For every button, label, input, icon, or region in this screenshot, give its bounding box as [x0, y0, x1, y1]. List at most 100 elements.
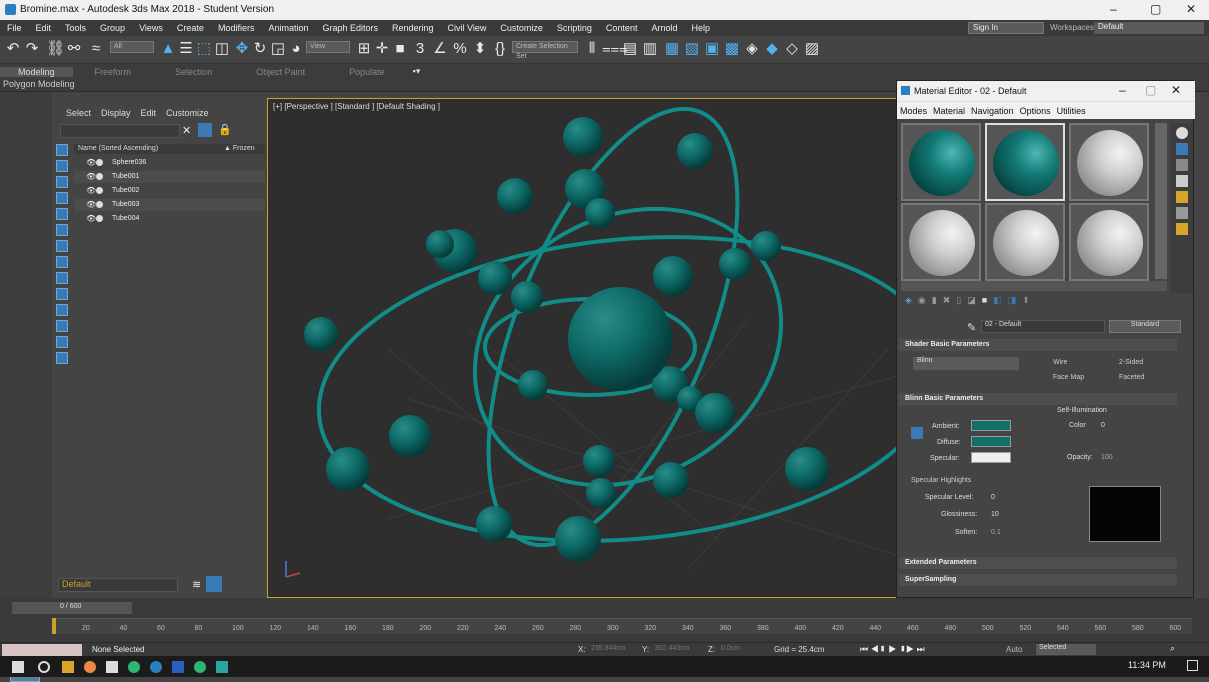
- render-production-icon[interactable]: ◆: [764, 40, 780, 58]
- specular-color-swatch[interactable]: [971, 452, 1011, 463]
- material-type-button[interactable]: Standard: [1109, 320, 1181, 333]
- redo-icon[interactable]: ↷: [24, 40, 40, 58]
- column-name[interactable]: Name (Sorted Ascending): [78, 145, 158, 152]
- display-bones-icon[interactable]: [56, 288, 68, 300]
- word-icon[interactable]: [172, 661, 184, 673]
- faceted-checkbox[interactable]: Faceted: [1119, 374, 1144, 381]
- menu-civil-view[interactable]: Civil View: [441, 23, 494, 33]
- render-online-icon[interactable]: ▨: [804, 40, 820, 58]
- snaps-toggle-icon[interactable]: 3: [412, 40, 428, 58]
- notification-icon[interactable]: [1187, 660, 1198, 671]
- menu-modifiers[interactable]: Modifiers: [211, 23, 262, 33]
- display-frozen-icon[interactable]: [56, 320, 68, 332]
- firefox-icon[interactable]: [84, 661, 96, 673]
- material-name-field[interactable]: 02 - Default: [981, 320, 1105, 333]
- display-hidden-icon[interactable]: [56, 336, 68, 348]
- scale-icon[interactable]: ◲: [270, 40, 286, 58]
- explorer-menu-customize[interactable]: Customize: [166, 108, 209, 118]
- self-illum-color-checkbox[interactable]: Color: [1069, 422, 1086, 429]
- uv-tiling-icon[interactable]: [1176, 175, 1188, 187]
- explorer-row[interactable]: 👁 Tube004: [74, 213, 265, 225]
- render-dot-icon[interactable]: [96, 201, 103, 208]
- menu-content[interactable]: Content: [599, 23, 645, 33]
- render-dot-icon[interactable]: [96, 173, 103, 180]
- percent-snap-icon[interactable]: %: [452, 40, 468, 58]
- unlink-icon[interactable]: ⚯: [66, 40, 82, 58]
- glossiness-value[interactable]: 10: [991, 511, 999, 518]
- eye-icon[interactable]: 👁: [86, 214, 96, 223]
- display-children-icon[interactable]: [56, 352, 68, 364]
- time-marker[interactable]: [52, 618, 56, 634]
- clear-search-icon[interactable]: ✕: [182, 124, 191, 137]
- face-map-checkbox[interactable]: Face Map: [1053, 374, 1084, 381]
- close-button[interactable]: ✕: [1186, 2, 1196, 16]
- reference-coord-dropdown[interactable]: View: [306, 41, 350, 53]
- eyedropper-icon[interactable]: ✎: [967, 321, 976, 334]
- material-slot[interactable]: [1069, 123, 1149, 201]
- rendered-frame-icon[interactable]: ◈: [744, 40, 760, 58]
- render-setup-icon[interactable]: ▩: [724, 40, 740, 58]
- menu-scripting[interactable]: Scripting: [550, 23, 599, 33]
- workspace-dropdown[interactable]: Default: [1094, 22, 1204, 34]
- move-icon[interactable]: ✥: [234, 40, 250, 58]
- layer-explorer-icon[interactable]: [206, 576, 222, 592]
- ribbon-tab-modeling[interactable]: Modeling: [0, 66, 73, 77]
- render-dot-icon[interactable]: [96, 215, 103, 222]
- windows-start-icon[interactable]: [12, 661, 24, 673]
- sample-type-icon[interactable]: [1176, 127, 1188, 139]
- display-lights-icon[interactable]: [56, 192, 68, 204]
- explorer-menu-display[interactable]: Display: [101, 108, 131, 118]
- window-crossing-icon[interactable]: ◫: [214, 40, 230, 58]
- menu-graph-editors[interactable]: Graph Editors: [315, 23, 385, 33]
- get-material-icon[interactable]: ◈: [905, 295, 912, 313]
- video-color-icon[interactable]: [1176, 191, 1188, 203]
- edge-icon[interactable]: [150, 661, 162, 673]
- explorer-column-header[interactable]: Name (Sorted Ascending) ▲ Frozen: [74, 144, 265, 154]
- eye-icon[interactable]: 👁: [86, 172, 96, 181]
- me-menu-navigation[interactable]: Navigation: [968, 106, 1017, 116]
- me-menu-options[interactable]: Options: [1017, 106, 1054, 116]
- slots-scrollbar[interactable]: [1155, 123, 1167, 279]
- explorer-search-input[interactable]: [60, 124, 180, 138]
- explorer-row[interactable]: 👁 Tube003: [74, 199, 265, 211]
- soften-value[interactable]: 0.1: [991, 529, 1001, 536]
- menu-group[interactable]: Group: [93, 23, 132, 33]
- coord-x-field[interactable]: 235.844cm: [591, 645, 626, 652]
- coord-y-field[interactable]: 302.443cm: [655, 645, 690, 652]
- eye-icon[interactable]: 👁: [86, 200, 96, 209]
- material-editor-icon[interactable]: ▣: [704, 40, 720, 58]
- playback-controls[interactable]: ⏮ ◀▮ ▶ ▮▶ ⏭: [860, 644, 925, 655]
- explorer-menu-select[interactable]: Select: [66, 108, 91, 118]
- ribbon-tab-freeform[interactable]: Freeform: [73, 67, 154, 77]
- selection-filter-dropdown[interactable]: All: [110, 41, 154, 53]
- put-to-scene-icon[interactable]: ◉: [918, 295, 926, 313]
- menu-rendering[interactable]: Rendering: [385, 23, 441, 33]
- display-shapes-icon[interactable]: [56, 176, 68, 188]
- display-all-icon[interactable]: [56, 144, 68, 156]
- rotate-icon[interactable]: ↻: [252, 40, 268, 58]
- sign-in-dropdown[interactable]: Sign In: [968, 22, 1044, 34]
- render-iterative-icon[interactable]: ◇: [784, 40, 800, 58]
- render-dot-icon[interactable]: [96, 159, 103, 166]
- eye-icon[interactable]: 👁: [86, 158, 96, 167]
- curve-editor-icon[interactable]: ▦: [664, 40, 680, 58]
- select-by-name-icon[interactable]: ☰: [178, 40, 194, 58]
- ribbon-tab-object-paint[interactable]: Object Paint: [234, 67, 327, 77]
- slots-hscrollbar[interactable]: [901, 281, 1167, 291]
- lock-ambient-diffuse-icon[interactable]: [911, 427, 923, 439]
- manipulate-icon[interactable]: ✛: [374, 40, 390, 58]
- eye-icon[interactable]: 👁: [86, 186, 96, 195]
- key-filter-dropdown[interactable]: Selected: [1036, 644, 1096, 655]
- display-cameras-icon[interactable]: [56, 208, 68, 220]
- me-close-button[interactable]: ✕: [1171, 83, 1181, 97]
- maxscript-listener[interactable]: [2, 644, 82, 656]
- coord-z-field[interactable]: 0.0cm: [721, 645, 740, 652]
- edit-named-selection-icon[interactable]: {}: [492, 40, 508, 58]
- rollout-shader-basic[interactable]: Shader Basic Parameters: [899, 339, 1177, 351]
- layer-stack-icon[interactable]: ≋: [192, 578, 201, 591]
- layer-dropdown[interactable]: Default: [58, 578, 178, 592]
- display-xrefs-icon[interactable]: [56, 272, 68, 284]
- rect-selection-icon[interactable]: ⬚: [196, 40, 212, 58]
- menu-animation[interactable]: Animation: [261, 23, 315, 33]
- explorer-row[interactable]: 👁 Sphere036: [74, 157, 265, 169]
